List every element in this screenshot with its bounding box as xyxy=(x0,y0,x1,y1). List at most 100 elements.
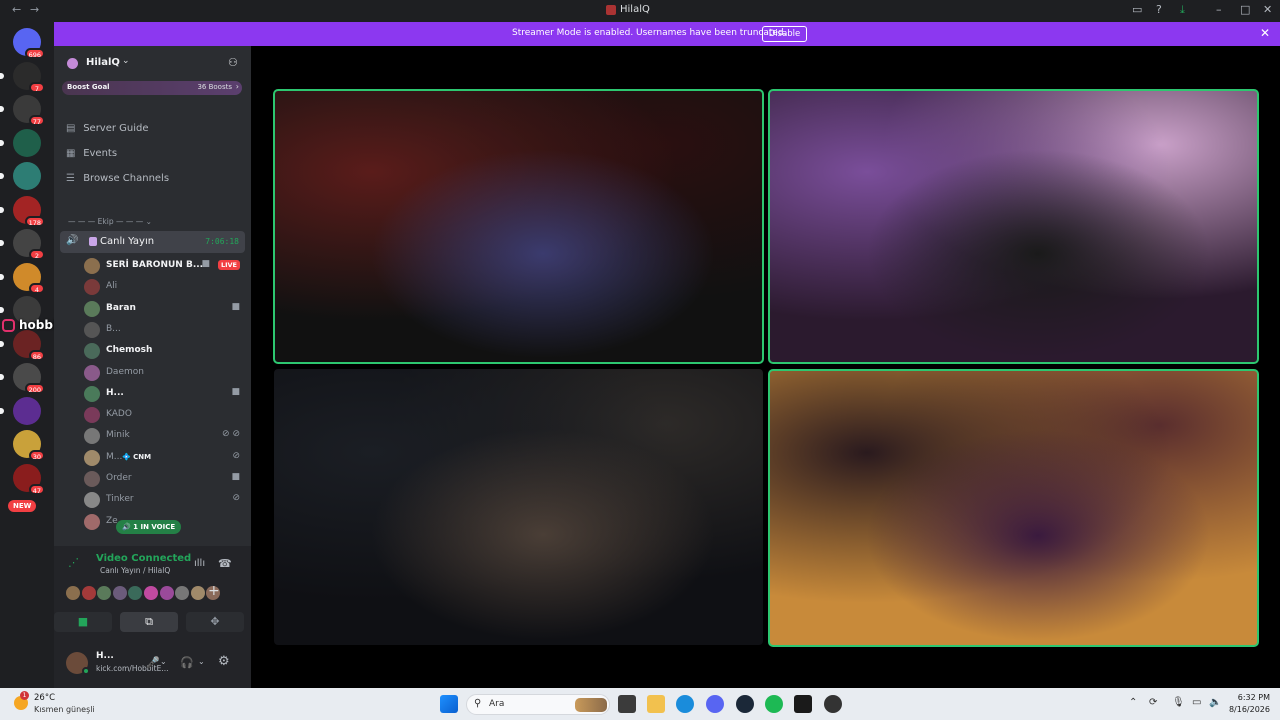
terminal-app-icon[interactable] xyxy=(794,695,812,713)
task-view-icon[interactable] xyxy=(618,695,636,713)
camera-button[interactable]: ■ xyxy=(54,612,112,632)
network-icon[interactable]: ▭ xyxy=(1192,697,1201,708)
boost-goal-bar[interactable]: Boost Goal 36 Boosts › xyxy=(62,81,242,95)
taskbar-search[interactable]: ⚲ Ara xyxy=(466,694,610,715)
unread-pill xyxy=(0,240,4,246)
sync-icon[interactable]: ⟳ xyxy=(1149,697,1157,708)
voice-member[interactable]: Chemosh xyxy=(84,342,244,360)
microphone-tray-icon[interactable]: 🎙 xyxy=(1172,697,1185,708)
steam-icon[interactable] xyxy=(736,695,754,713)
activities-button[interactable]: ✥ xyxy=(186,612,244,632)
user-name[interactable]: H... xyxy=(96,651,114,661)
discord-icon[interactable] xyxy=(706,695,724,713)
voice-member[interactable]: KADO xyxy=(84,406,244,424)
voice-participant-avatar[interactable] xyxy=(81,586,96,600)
voice-participant-avatar[interactable] xyxy=(97,586,112,600)
voice-member[interactable]: B... xyxy=(84,321,244,339)
download-icon[interactable]: ⤓ xyxy=(1180,3,1185,17)
plus-icon[interactable]: + xyxy=(208,583,220,599)
avatar xyxy=(84,513,100,530)
windows-start-icon[interactable] xyxy=(440,695,458,713)
disconnect-icon[interactable]: ☎ xyxy=(218,557,232,570)
voice-member[interactable]: M... 💠 CNM ⊘ xyxy=(84,449,244,467)
voice-connection-panel: ⋰ Video Connected Canlı Yayın / HilalQ ı… xyxy=(54,546,251,688)
voice-member[interactable]: Tinker ⊘ xyxy=(84,491,244,509)
unread-count-badge: 178 xyxy=(24,215,45,227)
voice-member[interactable]: Baran ■ xyxy=(84,300,244,318)
chevron-down-icon[interactable]: ⌄ xyxy=(198,657,205,666)
voice-participant-avatar[interactable] xyxy=(128,586,143,600)
unread-pill xyxy=(0,307,4,313)
chevron-down-icon[interactable]: ⌄ xyxy=(160,657,167,666)
help-icon[interactable]: ? xyxy=(1156,3,1162,16)
voice-member[interactable]: Minik ⊘ ⊘ xyxy=(84,427,244,445)
voice-participant-avatar[interactable] xyxy=(190,586,205,600)
server-icon[interactable] xyxy=(13,128,41,157)
voice-participant-avatar[interactable] xyxy=(175,586,190,600)
voice-member[interactable]: Ali xyxy=(84,278,244,296)
taskbar-time[interactable]: 6:32 PM xyxy=(1230,693,1270,702)
camera-icon: ■ xyxy=(231,472,240,482)
server-icon[interactable]: 7 xyxy=(13,61,45,93)
noise-suppression-icon[interactable]: ıllı xyxy=(194,558,205,569)
voice-status[interactable]: Video Connected xyxy=(96,553,191,564)
connection-signal-icon[interactable]: ⋰ xyxy=(68,556,79,569)
category-header[interactable]: — — — Ekip — — — ⌄ xyxy=(68,217,152,226)
server-icon[interactable]: 30 xyxy=(13,430,45,461)
tile-bottom-left[interactable] xyxy=(274,369,763,645)
close-window-icon[interactable]: ✕ xyxy=(1263,3,1272,16)
server-name[interactable]: HilalQ xyxy=(86,57,120,68)
voice-member[interactable]: Daemon xyxy=(84,364,244,382)
file-explorer-icon[interactable] xyxy=(647,695,665,713)
in-voice-pill[interactable]: 🔊 1 IN VOICE xyxy=(116,520,182,534)
voice-participant-avatar[interactable] xyxy=(144,586,158,600)
settings-gear-icon[interactable]: ⚙ xyxy=(218,654,230,669)
volume-icon[interactable]: 🔈 xyxy=(1209,697,1221,708)
server-icon[interactable]: 77 xyxy=(13,95,45,126)
inbox-icon[interactable]: ▭ xyxy=(1132,3,1142,16)
add-member-icon[interactable]: ⚇ xyxy=(228,56,238,69)
spotify-icon[interactable] xyxy=(765,695,783,713)
chevron-up-icon[interactable]: ⌃ xyxy=(1129,697,1137,708)
tile-top-right[interactable] xyxy=(768,89,1259,364)
server-icon[interactable]: 2 xyxy=(13,229,45,260)
voice-location[interactable]: Canlı Yayın / HilalQ xyxy=(100,566,170,575)
weather-temperature[interactable]: 26°C xyxy=(34,693,55,703)
server-icon[interactable] xyxy=(13,396,41,425)
nav-events[interactable]: ▦ Events xyxy=(66,148,117,159)
weather-condition[interactable]: Kısmen güneşli xyxy=(34,705,95,714)
voice-participant-avatar[interactable] xyxy=(112,586,127,600)
server-icon[interactable]: 86 xyxy=(13,329,45,361)
server-icon[interactable] xyxy=(13,162,41,190)
guide-icon: ▤ xyxy=(66,123,76,134)
forward-arrow-icon[interactable]: → xyxy=(30,3,39,16)
avatar xyxy=(84,300,100,317)
minimize-icon[interactable]: – xyxy=(1216,3,1222,16)
obs-icon[interactable] xyxy=(824,695,842,713)
screen-share-button[interactable]: ⧉ xyxy=(120,612,178,632)
back-arrow-icon[interactable]: ← xyxy=(12,3,21,16)
edge-browser-icon[interactable] xyxy=(676,695,694,713)
nav-browse-channels[interactable]: ☰ Browse Channels xyxy=(66,173,169,184)
server-icon[interactable]: 178 xyxy=(13,195,45,227)
tile-top-left[interactable] xyxy=(273,89,764,364)
voice-member[interactable]: H... ■ xyxy=(84,385,244,403)
voice-participant-avatar[interactable] xyxy=(66,586,80,600)
microphone-icon[interactable]: 🎤 xyxy=(146,656,160,669)
tile-bottom-right[interactable] xyxy=(768,369,1259,647)
voice-participant-avatar[interactable] xyxy=(159,586,174,600)
nav-server-guide[interactable]: ▤ Server Guide xyxy=(66,123,149,134)
server-icon[interactable]: 696 xyxy=(13,28,45,59)
close-banner-icon[interactable]: ✕ xyxy=(1260,26,1270,40)
server-icon[interactable]: 200 xyxy=(13,363,45,394)
server-icon[interactable]: 47 xyxy=(13,463,45,495)
taskbar-date[interactable]: 8/16/2026 xyxy=(1226,705,1270,714)
chevron-down-icon[interactable]: ⌄ xyxy=(122,56,130,66)
server-icon[interactable]: 4 xyxy=(13,262,45,294)
headphones-icon[interactable]: 🎧 xyxy=(180,656,194,669)
voice-channel-canli-yayin[interactable]: 🔊 Canlı Yayın 7:06:18 xyxy=(60,231,245,253)
voice-member[interactable]: Order ■ xyxy=(84,470,244,488)
disable-button[interactable]: Disable xyxy=(762,26,807,42)
voice-member[interactable]: SERİ BARONUN B... LIVE ■ xyxy=(84,257,244,275)
maximize-icon[interactable]: □ xyxy=(1240,3,1250,16)
